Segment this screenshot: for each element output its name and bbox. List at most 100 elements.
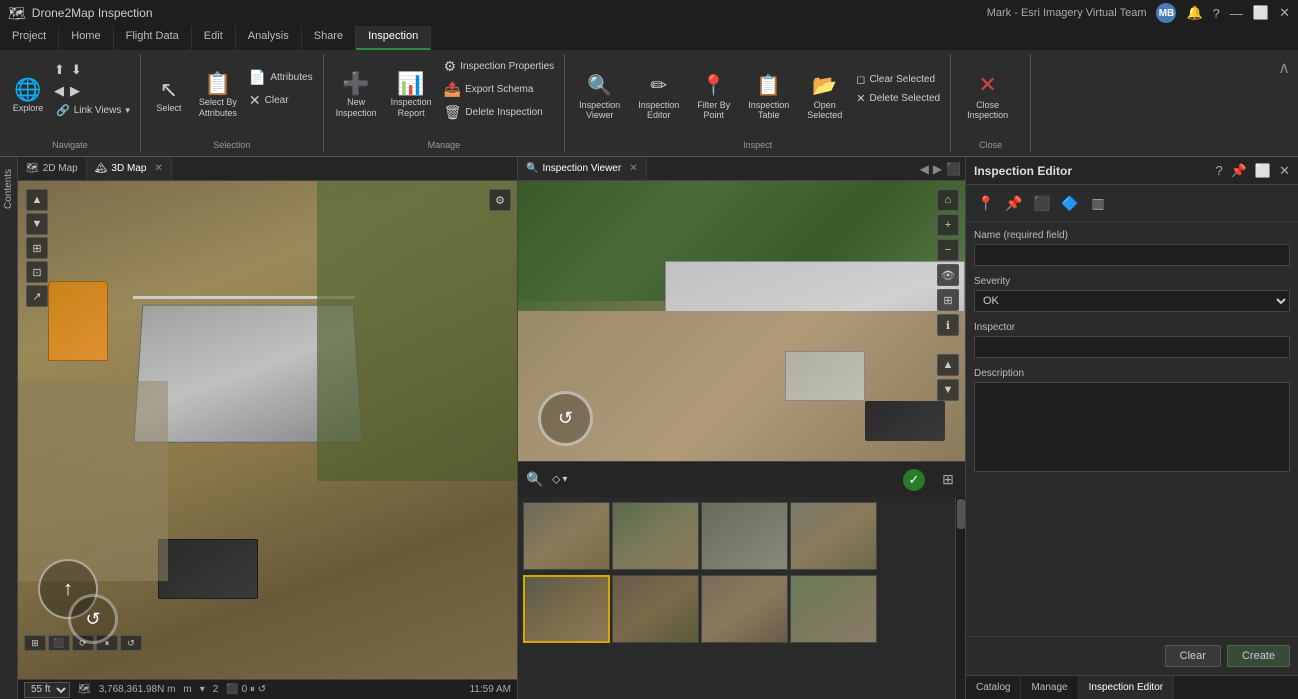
- clear-btn[interactable]: Clear: [1165, 645, 1221, 667]
- help-btn[interactable]: ?: [1213, 6, 1220, 21]
- viewer-nav-down[interactable]: ▼: [937, 379, 959, 401]
- new-inspection-btn[interactable]: ➕ NewInspection: [330, 71, 383, 121]
- map-zoom-in[interactable]: ⊞: [26, 237, 48, 259]
- tool-rectangle-btn[interactable]: ⬛: [1030, 191, 1054, 215]
- close-inspection-btn[interactable]: ✕ CloseInspection: [957, 70, 1018, 122]
- map-grid[interactable]: ⊡: [26, 261, 48, 283]
- viewer-maximize[interactable]: ⬛: [946, 162, 961, 176]
- tool-point-btn[interactable]: 📍: [974, 191, 998, 215]
- clear-selection-btn[interactable]: ✕ Clear: [245, 90, 317, 111]
- minimize-btn[interactable]: —: [1230, 6, 1243, 21]
- viewer-main-image[interactable]: ⌂ + − 👁 ⊞ ℹ ▲ ▼ ↺: [518, 181, 965, 461]
- viewer-scroll-left[interactable]: ◀: [920, 162, 929, 176]
- tab-2d-map[interactable]: 🗺 2D Map: [18, 157, 87, 180]
- tool-location-btn[interactable]: 📌: [1002, 191, 1026, 215]
- viewer-zoom-in-btn[interactable]: +: [937, 214, 959, 236]
- close-viewer-tab[interactable]: ✕: [629, 163, 637, 174]
- attributes-btn[interactable]: 📄 Attributes: [245, 67, 317, 88]
- editor-help-btn[interactable]: ?: [1215, 163, 1222, 178]
- viewer-scroll-right[interactable]: ▶: [933, 162, 942, 176]
- tab-flight-data[interactable]: Flight Data: [114, 26, 192, 50]
- viewer-zoom-out-btn[interactable]: −: [937, 239, 959, 261]
- bottom-tab-inspection-editor[interactable]: Inspection Editor: [1079, 676, 1175, 699]
- editor-pin-btn[interactable]: 📌: [1231, 163, 1247, 179]
- maximize-btn[interactable]: ⬜: [1253, 5, 1269, 21]
- editor-float-btn[interactable]: ⬜: [1255, 163, 1271, 179]
- manage-label: Manage: [324, 140, 565, 150]
- nav-forward-icon[interactable]: ▶: [68, 81, 82, 101]
- tool-table-btn[interactable]: ▥: [1086, 191, 1110, 215]
- thumbnail-4[interactable]: [790, 502, 877, 570]
- user-avatar[interactable]: MB: [1156, 3, 1176, 23]
- viewer-info-btn[interactable]: ℹ: [937, 314, 959, 336]
- thumbnail-3[interactable]: [701, 502, 788, 570]
- tab-project[interactable]: Project: [0, 26, 59, 50]
- map-share[interactable]: ↗: [26, 285, 48, 307]
- filmstrip-filter-btn[interactable]: ⬦ ▾: [552, 472, 567, 487]
- description-textarea[interactable]: [974, 382, 1290, 472]
- select-by-attr-btn[interactable]: 📋 Select ByAttributes: [193, 71, 243, 121]
- inspection-table-btn[interactable]: 📋 InspectionTable: [740, 71, 797, 122]
- thumbnail-5[interactable]: [523, 575, 610, 643]
- clear-selected-btn[interactable]: ◻ Clear Selected: [852, 71, 944, 88]
- notification-btn[interactable]: 🔔: [1186, 5, 1202, 21]
- link-views-dropdown[interactable]: ▾: [125, 105, 130, 116]
- title-bar-left: 🗺 Drone2Map Inspection: [8, 5, 153, 22]
- nav-grid-btn[interactable]: ⊞: [24, 635, 46, 651]
- viewer-adjust-btn[interactable]: ⊞: [937, 289, 959, 311]
- editor-close-btn[interactable]: ✕: [1279, 163, 1290, 179]
- filmstrip-search-btn[interactable]: 🔍: [524, 469, 546, 491]
- tab-analysis[interactable]: Analysis: [236, 26, 302, 50]
- open-selected-btn[interactable]: 📂 OpenSelected: [799, 71, 850, 122]
- name-input[interactable]: [974, 244, 1290, 266]
- export-schema-btn[interactable]: 📤 Export Schema: [440, 79, 559, 100]
- inspector-input[interactable]: [974, 336, 1290, 358]
- tab-3d-map[interactable]: 🏔 3D Map ✕: [87, 157, 172, 180]
- thumbnail-6[interactable]: [612, 575, 699, 643]
- tab-home[interactable]: Home: [59, 26, 113, 50]
- map-zoom-nav-down[interactable]: ▼: [26, 213, 48, 235]
- tab-edit[interactable]: Edit: [192, 26, 236, 50]
- filmstrip-grid-btn[interactable]: ⊞: [937, 469, 959, 491]
- filmstrip-check-btn[interactable]: ✓: [903, 469, 925, 491]
- map-zoom-nav-up[interactable]: ▲: [26, 189, 48, 211]
- tab-share[interactable]: Share: [302, 26, 356, 50]
- inspection-properties-btn[interactable]: ⚙ Inspection Properties: [440, 56, 559, 77]
- thumbnail-1[interactable]: [523, 502, 610, 570]
- viewer-nav-up[interactable]: ▲: [937, 354, 959, 376]
- tab-inspection-viewer[interactable]: 🔍 Inspection Viewer ✕: [518, 157, 647, 180]
- bottom-tab-catalog[interactable]: Catalog: [966, 676, 1021, 699]
- select-btn[interactable]: ↖ Select: [147, 77, 191, 116]
- link-views-btn[interactable]: 🔗 Link Views ▾: [52, 102, 134, 119]
- thumbnail-8[interactable]: [790, 575, 877, 643]
- ribbon-collapse-btn[interactable]: ∧: [1270, 54, 1298, 152]
- viewer-visibility-btn[interactable]: 👁: [937, 264, 959, 286]
- thumbnail-7[interactable]: [701, 575, 788, 643]
- nav-back-icon[interactable]: ◀: [52, 81, 66, 101]
- close-3d-map[interactable]: ✕: [154, 163, 162, 174]
- inspection-report-btn[interactable]: 📊 InspectionReport: [385, 71, 438, 121]
- nav-refresh-btn[interactable]: ↺: [120, 635, 142, 651]
- scale-select[interactable]: 55 ft: [24, 682, 70, 698]
- close-window-btn[interactable]: ✕: [1279, 5, 1290, 21]
- nav-down-icon[interactable]: ⬇: [69, 60, 84, 80]
- map-settings[interactable]: ⚙: [489, 189, 511, 211]
- delete-selected-btn[interactable]: ✕ Delete Selected: [852, 90, 944, 107]
- thumbnail-2[interactable]: [612, 502, 699, 570]
- viewer-home-btn[interactable]: ⌂: [937, 189, 959, 211]
- thumbnails-scrollbar[interactable]: [955, 497, 965, 699]
- severity-select[interactable]: OK Low Medium High Critical: [974, 290, 1290, 312]
- close-items: ✕ CloseInspection: [957, 54, 1024, 152]
- delete-inspection-btn[interactable]: 🗑 Delete Inspection: [440, 102, 559, 123]
- inspection-viewer-btn[interactable]: 🔍 InspectionViewer: [571, 71, 628, 122]
- filter-by-point-btn[interactable]: 📍 Filter ByPoint: [689, 71, 738, 122]
- nav-expand-btn[interactable]: ⬛: [48, 635, 70, 651]
- bottom-tab-manage[interactable]: Manage: [1021, 676, 1078, 699]
- create-btn[interactable]: Create: [1227, 645, 1290, 667]
- map-container[interactable]: ↑ ▲ ▼ ⊞ ⊡ ↗ ⚙ ⊞ ⬛ ⟳ ⏸ ↺: [18, 181, 517, 679]
- nav-up-icon[interactable]: ⬆: [52, 60, 67, 80]
- inspection-editor-btn[interactable]: ✏ InspectionEditor: [630, 71, 687, 122]
- explore-btn[interactable]: 🌐 Explore: [6, 77, 50, 116]
- tool-polygon-btn[interactable]: 🔷: [1058, 191, 1082, 215]
- tab-inspection[interactable]: Inspection: [356, 26, 431, 50]
